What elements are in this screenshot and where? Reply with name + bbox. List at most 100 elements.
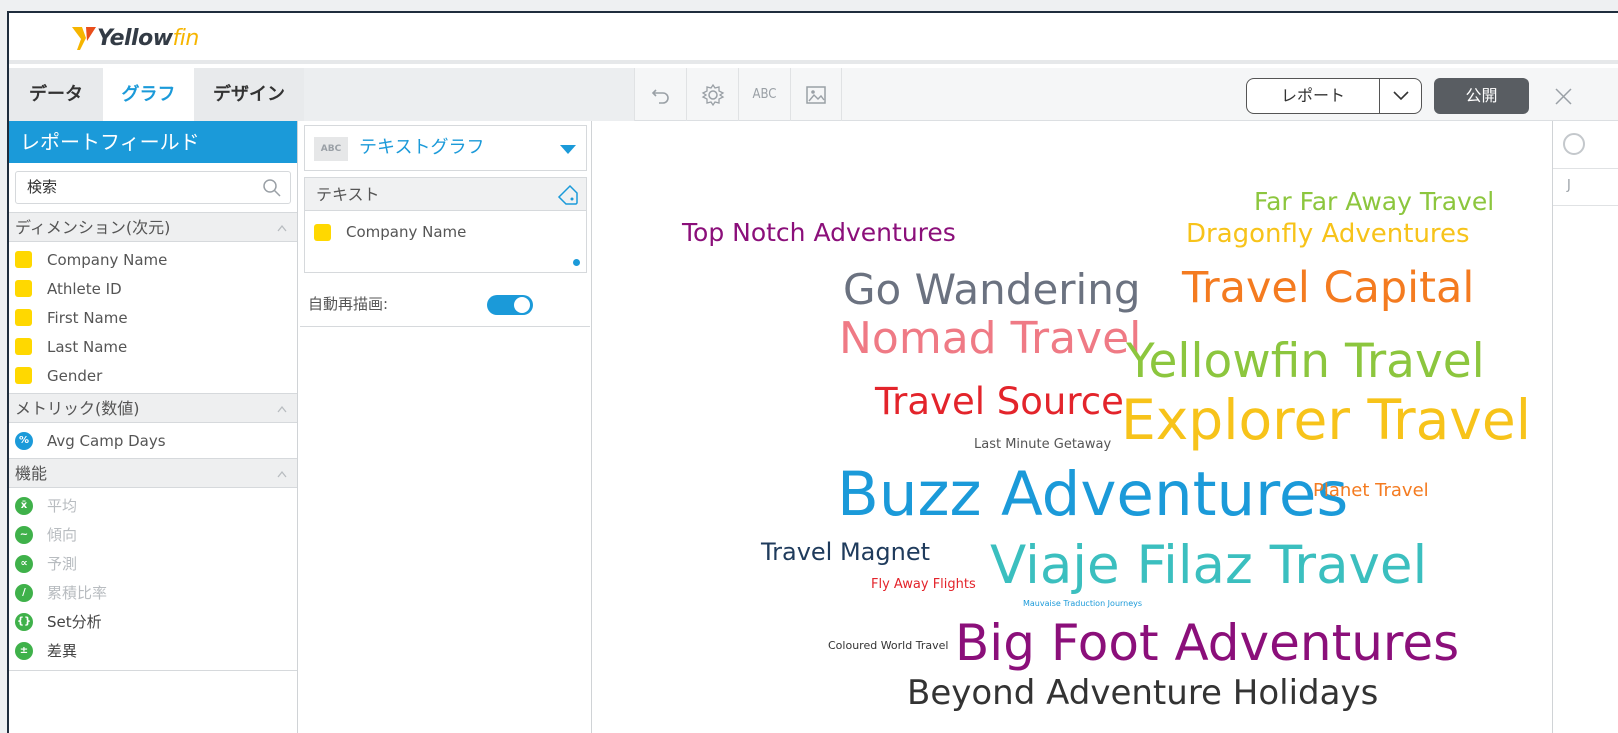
chevron-down-icon bbox=[1380, 79, 1421, 113]
auto-redraw-toggle[interactable] bbox=[487, 295, 533, 315]
search-icon[interactable] bbox=[262, 178, 282, 198]
function-label: 予測 bbox=[47, 555, 78, 573]
average-icon: x̄ bbox=[15, 496, 33, 515]
dimensions-section-title: ディメンション(次元) bbox=[15, 218, 171, 237]
field-search-box[interactable]: 検索 bbox=[15, 171, 291, 204]
chart-type-value: テキストグラフ bbox=[359, 137, 485, 158]
dimension-swatch-icon bbox=[314, 223, 331, 241]
yellowfin-logo[interactable]: Yellowfin bbox=[71, 23, 199, 53]
word-yellowfin-travel: Yellowfin Travel bbox=[1126, 334, 1485, 389]
dimension-swatch-icon bbox=[15, 251, 32, 268]
word-last-minute-getaway: Last Minute Getaway bbox=[974, 437, 1112, 452]
function-label: 傾向 bbox=[47, 526, 78, 544]
function-average: x̄ 平均 bbox=[9, 491, 297, 520]
word-top-notch-adventures: Top Notch Adventures bbox=[682, 218, 956, 247]
text-field-title: テキスト bbox=[316, 185, 380, 204]
word-coloured-world-travel: Coloured World Travel bbox=[828, 639, 949, 652]
trend-icon: ~ bbox=[15, 525, 33, 544]
toggle-knob bbox=[514, 297, 530, 313]
field-label: Company Name bbox=[47, 250, 168, 269]
toolbar-spacer bbox=[304, 68, 634, 121]
word-explorer-travel: Explorer Travel bbox=[1121, 388, 1531, 452]
word-travel-magnet: Travel Magnet bbox=[761, 538, 931, 566]
dimensions-list: Company Name Athlete ID First Name Last … bbox=[9, 242, 297, 393]
publish-button[interactable]: 公開 bbox=[1434, 78, 1529, 114]
metrics-section-title: メトリック(数値) bbox=[15, 399, 140, 418]
function-label: Set分析 bbox=[47, 613, 102, 631]
settings-button[interactable] bbox=[686, 68, 738, 121]
report-fields-panel: レポートフィールド 検索 ディメンション(次元) Company Name At… bbox=[9, 121, 298, 733]
word-travel-capital: Travel Capital bbox=[1182, 263, 1475, 313]
tag-icon[interactable] bbox=[556, 183, 580, 207]
undo-icon bbox=[651, 88, 669, 104]
word-cloud: Far Far Away Travel Top Notch Adventures… bbox=[594, 121, 1551, 733]
functions-section-title: 機能 bbox=[15, 464, 48, 483]
tab-design[interactable]: デザイン bbox=[194, 68, 304, 121]
app-window: Yellowfin データ グラフ デザイン ABC レポート 公開 レポートフ… bbox=[7, 11, 1618, 733]
dimension-swatch-icon bbox=[15, 280, 32, 297]
chevron-up-icon bbox=[277, 470, 287, 478]
functions-list: x̄ 平均 ~ 傾向 ∝ 予測 / 累積比率 {} Set分析 ± 差異 bbox=[9, 488, 297, 668]
field-search-input[interactable]: 検索 bbox=[27, 172, 57, 203]
panel-divider bbox=[9, 670, 297, 671]
caret-down-icon bbox=[560, 145, 576, 154]
field-athlete-id[interactable]: Athlete ID bbox=[9, 274, 297, 303]
field-gender[interactable]: Gender bbox=[9, 361, 297, 390]
metrics-section-header[interactable]: メトリック(数値) bbox=[9, 393, 297, 423]
abc-text-icon: ABC bbox=[752, 87, 777, 102]
functions-section-header[interactable]: 機能 bbox=[9, 458, 297, 488]
set-analysis-icon: {} bbox=[15, 612, 33, 631]
rail-divider bbox=[1553, 168, 1618, 169]
chevron-up-icon bbox=[277, 405, 287, 413]
field-label: Gender bbox=[47, 366, 103, 385]
field-label: Athlete ID bbox=[47, 279, 122, 298]
dimension-swatch-icon bbox=[15, 367, 32, 384]
text-format-button[interactable]: ABC bbox=[738, 68, 790, 121]
text-field-item[interactable]: Company Name bbox=[314, 223, 466, 241]
function-cumulative: / 累積比率 bbox=[9, 578, 297, 607]
field-label: Avg Camp Days bbox=[47, 431, 166, 450]
undo-button[interactable] bbox=[634, 68, 686, 121]
word-viaje-filaz-travel: Viaje Filaz Travel bbox=[990, 535, 1428, 596]
function-set-analysis[interactable]: {} Set分析 bbox=[9, 607, 297, 636]
field-company-name[interactable]: Company Name bbox=[9, 245, 297, 274]
forecast-icon: ∝ bbox=[15, 554, 33, 573]
metrics-list: % Avg Camp Days bbox=[9, 423, 297, 458]
field-first-name[interactable]: First Name bbox=[9, 303, 297, 332]
field-last-name[interactable]: Last Name bbox=[9, 332, 297, 361]
word-planet-travel: Planet Travel bbox=[1313, 480, 1429, 501]
field-avg-camp-days[interactable]: % Avg Camp Days bbox=[9, 426, 297, 455]
function-trend: ~ 傾向 bbox=[9, 520, 297, 549]
word-go-wandering: Go Wandering bbox=[843, 265, 1141, 314]
rail-circle-icon[interactable] bbox=[1563, 133, 1585, 155]
text-field-dropzone[interactable]: テキスト Company Name bbox=[304, 177, 587, 273]
dimension-swatch-icon bbox=[15, 338, 32, 355]
report-type-select[interactable]: レポート bbox=[1246, 78, 1422, 114]
word-beyond-adventure-holidays: Beyond Adventure Holidays bbox=[907, 673, 1379, 713]
function-label: 累積比率 bbox=[47, 584, 108, 602]
report-fields-header: レポートフィールド bbox=[9, 121, 297, 163]
image-button[interactable] bbox=[790, 68, 842, 121]
logo-wordmark: Yellowfin bbox=[97, 25, 199, 51]
image-icon bbox=[806, 85, 826, 104]
word-buzz-adventures: Buzz Adventures bbox=[837, 459, 1349, 530]
word-dragonfly-adventures: Dragonfly Adventures bbox=[1186, 219, 1470, 249]
report-type-value: レポート bbox=[1247, 79, 1380, 113]
logo-bar: Yellowfin bbox=[9, 13, 1618, 64]
word-nomad-travel: Nomad Travel bbox=[839, 313, 1142, 364]
tab-data[interactable]: データ bbox=[9, 68, 103, 121]
tab-chart[interactable]: グラフ bbox=[103, 68, 194, 121]
auto-redraw-row: 自動再描画: bbox=[300, 281, 590, 327]
gear-icon bbox=[701, 83, 724, 106]
function-forecast: ∝ 予測 bbox=[9, 549, 297, 578]
close-icon[interactable] bbox=[1547, 81, 1577, 111]
function-variance[interactable]: ± 差異 bbox=[9, 636, 297, 665]
dimensions-section-header[interactable]: ディメンション(次元) bbox=[9, 212, 297, 242]
chart-type-select[interactable]: ABC テキストグラフ bbox=[304, 125, 587, 171]
rail-item[interactable]: J bbox=[1567, 178, 1571, 193]
function-label: 平均 bbox=[47, 497, 78, 515]
auto-redraw-label: 自動再描画: bbox=[308, 295, 389, 313]
word-fly-away-flights: Fly Away Flights bbox=[871, 577, 976, 592]
function-label: 差異 bbox=[47, 642, 78, 660]
variance-icon: ± bbox=[15, 641, 33, 660]
